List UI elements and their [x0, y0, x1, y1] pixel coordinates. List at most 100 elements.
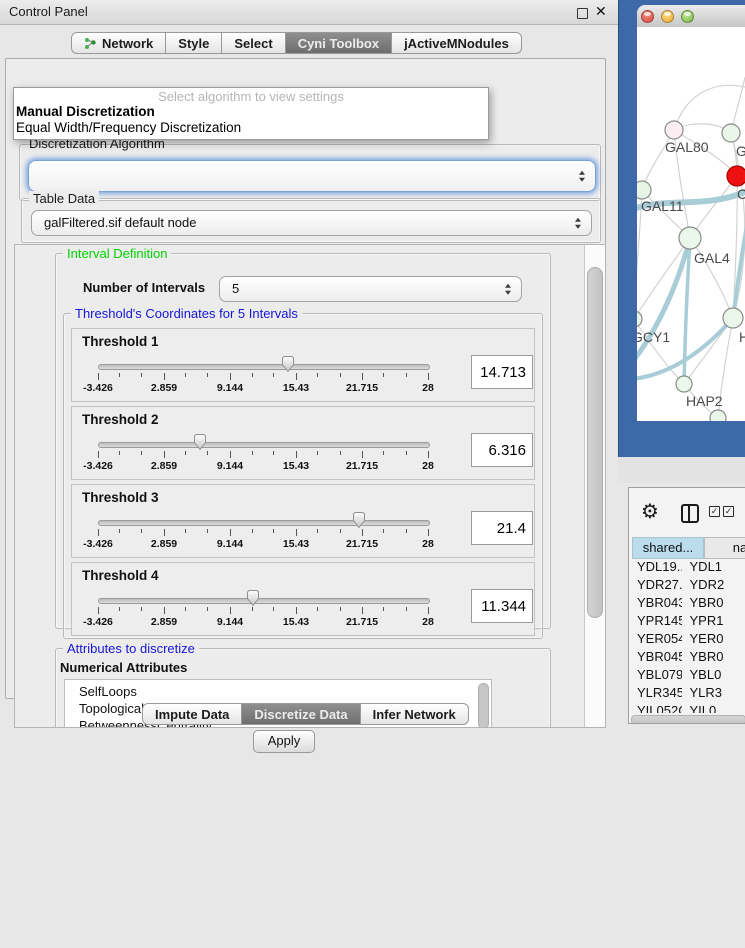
number-of-intervals-value: 5: [232, 277, 239, 301]
thresholds-group-title: Threshold's Coordinates for 5 Intervals: [71, 306, 302, 321]
close-traffic-light-icon[interactable]: [641, 10, 654, 23]
table-panel-titlebar: Table Panel: [618, 457, 745, 483]
attribute-item-selfloops[interactable]: SelfLoops: [65, 683, 491, 700]
column-header-name[interactable]: name: [704, 537, 745, 559]
node-hap2[interactable]: [676, 376, 692, 392]
slider-tick-labels: -3.4262.8599.14415.4321.71528: [98, 382, 428, 394]
threshold-slider-thumb[interactable]: [351, 511, 367, 529]
network-window: GAL80GACGAL11GAL4GCY1HHAP2: [637, 5, 745, 421]
table-data-group-title: Table Data: [29, 191, 99, 206]
checkbox-icon[interactable]: ✓: [723, 506, 734, 517]
node-upper-right[interactable]: [722, 124, 740, 142]
tab-infer-network[interactable]: Infer Network: [361, 703, 469, 725]
tab-jactivemnodules[interactable]: jActiveMNodules: [392, 32, 522, 54]
threshold-panel: Threshold 1 -3.4262.8599.14415.4321.7152…: [71, 328, 535, 402]
node-gal80[interactable]: [665, 121, 683, 139]
tab-select[interactable]: Select: [222, 32, 285, 54]
popup-placeholder: Select algorithm to view settings: [14, 88, 488, 104]
node-label-hap2: HAP2: [686, 393, 723, 409]
node-gal4[interactable]: [679, 227, 701, 249]
threshold-value-field[interactable]: [471, 511, 533, 545]
node-gal11[interactable]: [637, 181, 651, 199]
minimize-traffic-light-icon[interactable]: [661, 10, 674, 23]
network-edge[interactable]: [690, 176, 737, 238]
interval-definition-group: Interval Definition Number of Intervals …: [55, 253, 551, 629]
node-label-gcy1: GCY1: [637, 329, 670, 345]
node-right-mid[interactable]: [723, 308, 743, 328]
threshold-panel: Threshold 2 -3.4262.8599.14415.4321.7152…: [71, 406, 535, 480]
apply-button[interactable]: Apply: [253, 730, 315, 753]
interval-definition-title: Interval Definition: [63, 246, 171, 261]
tab-discretize-data[interactable]: Discretize Data: [242, 703, 360, 725]
table-row[interactable]: YDR27...YDR2: [632, 577, 744, 595]
threshold-value-field[interactable]: [471, 355, 533, 389]
bottom-tab-bar: Impute DataDiscretize DataInfer Network: [142, 703, 469, 725]
checkbox-icon[interactable]: ✓: [709, 506, 720, 517]
popup-item-manual-discretization[interactable]: Manual Discretization: [14, 104, 488, 120]
threshold-slider-track[interactable]: [98, 364, 430, 370]
numerical-attributes-label: Numerical Attributes: [60, 660, 187, 675]
node-red[interactable]: [727, 166, 745, 186]
table-row[interactable]: YIL052CYIL0: [632, 703, 744, 713]
slider-tick-labels: -3.4262.8599.14415.4321.71528: [98, 616, 428, 628]
threshold-value-field[interactable]: [471, 433, 533, 467]
threshold-value-field[interactable]: [471, 589, 533, 623]
slider-ticks: [98, 529, 428, 537]
threshold-slider-track[interactable]: [98, 442, 430, 448]
node-gcy1[interactable]: [637, 311, 642, 327]
threshold-label: Threshold 4: [82, 568, 159, 583]
table-data-value: galFiltered.sif default node: [44, 211, 196, 235]
column-header-shared[interactable]: shared...: [632, 537, 704, 559]
network-edge[interactable]: [674, 85, 745, 130]
algorithm-combobox[interactable]: [28, 160, 596, 192]
threshold-slider-thumb[interactable]: [245, 589, 261, 607]
table-hscrollbar-thumb[interactable]: [631, 715, 745, 724]
table-row[interactable]: YBR043CYBR0: [632, 595, 744, 613]
threshold-slider-thumb[interactable]: [280, 355, 296, 373]
table-panel: ⚙ ✓ ✓ shared... name YDL19...YDL1 YDR27.…: [628, 487, 745, 724]
table-rows: YDL19...YDL1 YDR27...YDR2 YBR043CYBR0 YP…: [632, 559, 744, 713]
list-scrollbar-thumb[interactable]: [478, 683, 489, 728]
threshold-label: Threshold 2: [82, 412, 159, 427]
threshold-slider-track[interactable]: [98, 598, 430, 604]
tab-cyni-toolbox[interactable]: Cyni Toolbox: [286, 32, 392, 54]
close-icon[interactable]: ✕: [595, 3, 607, 20]
tab-style[interactable]: Style: [166, 32, 222, 54]
threshold-slider-thumb[interactable]: [192, 433, 208, 451]
tab-network[interactable]: Network: [71, 32, 166, 54]
threshold-label: Threshold 1: [82, 334, 159, 349]
table-row[interactable]: YER054CYER0: [632, 631, 744, 649]
settings-scroll-area: Interval Definition Number of Intervals …: [14, 244, 606, 728]
table-row[interactable]: YBR045CYBR0: [632, 649, 744, 667]
number-of-intervals-label: Number of Intervals: [83, 280, 205, 295]
table-row[interactable]: YLR345WYLR3: [632, 685, 744, 703]
network-icon: [84, 37, 97, 50]
threshold-panel: Threshold 3 -3.4262.8599.14415.4321.7152…: [71, 484, 535, 558]
threshold-slider-track[interactable]: [98, 520, 430, 526]
threshold-label: Threshold 3: [82, 490, 159, 505]
table-data-combobox[interactable]: galFiltered.sif default node: [31, 210, 592, 236]
popup-item-equal-width-frequency-discretization[interactable]: Equal Width/Frequency Discretization: [14, 120, 488, 136]
threshold-panel: Threshold 4 -3.4262.8599.14415.4321.7152…: [71, 562, 535, 636]
node-bottom[interactable]: [710, 410, 726, 421]
table-row[interactable]: YBL079WYBL0: [632, 667, 744, 685]
cyni-toolbox-panel: Discretization Algorithm Table Data galF…: [5, 58, 606, 699]
zoom-traffic-light-icon[interactable]: [681, 10, 694, 23]
window-float-icon[interactable]: [577, 8, 588, 19]
table-row[interactable]: YPR145WYPR1: [632, 613, 744, 631]
thresholds-group: Threshold's Coordinates for 5 Intervals …: [63, 313, 543, 639]
number-of-intervals-spinner[interactable]: 5: [219, 276, 522, 302]
settings-scrollbar-thumb[interactable]: [587, 267, 603, 618]
slider-tick-labels: -3.4262.8599.14415.4321.71528: [98, 460, 428, 472]
algorithm-dropdown-popup: Select algorithm to view settings Manual…: [13, 87, 489, 140]
column-layout-icon[interactable]: [681, 504, 699, 523]
gear-icon[interactable]: ⚙: [641, 499, 659, 524]
slider-ticks: [98, 451, 428, 459]
table-row[interactable]: YDL19...YDL1: [632, 559, 744, 577]
network-window-titlebar: [637, 5, 745, 28]
control-panel-title: Control Panel: [9, 0, 88, 24]
network-canvas[interactable]: GAL80GACGAL11GAL4GCY1HHAP2: [637, 27, 745, 421]
slider-ticks: [98, 373, 428, 381]
tab-impute-data[interactable]: Impute Data: [142, 703, 242, 725]
settings-scrollbar[interactable]: [584, 245, 605, 727]
